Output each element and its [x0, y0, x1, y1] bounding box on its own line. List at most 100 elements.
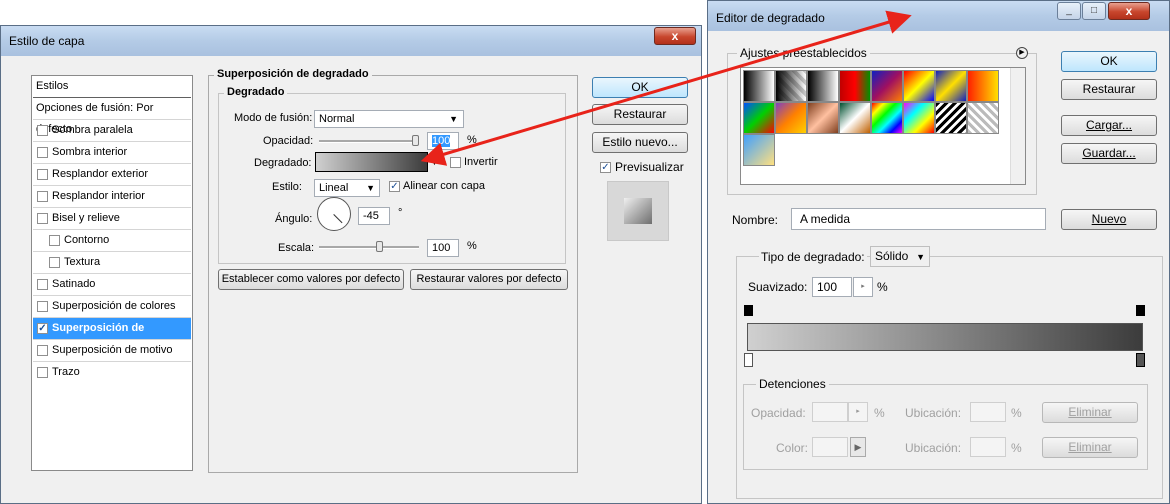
gradient-type-select[interactable]: Sólido ▼ — [870, 246, 930, 267]
save-button[interactable]: Guardar... — [1061, 143, 1157, 164]
maximize-button[interactable]: □ — [1082, 2, 1106, 20]
style-checkbox[interactable] — [37, 147, 48, 158]
gradient-preview-bar[interactable] — [747, 323, 1143, 351]
name-value: A medida — [800, 212, 851, 226]
stop-opacity-input[interactable] — [812, 402, 848, 422]
stop-opacity-stepper[interactable]: ▸ — [848, 402, 868, 422]
styles-list-item[interactable]: Satinado — [33, 274, 191, 296]
align-checkbox[interactable]: ✓ — [389, 181, 400, 192]
preset-swatch[interactable] — [871, 102, 903, 134]
preset-swatch[interactable] — [839, 70, 871, 102]
angle-dial[interactable] — [317, 197, 351, 231]
scale-label: Escala: — [278, 242, 315, 254]
scale-slider[interactable] — [319, 246, 419, 249]
style-checkbox[interactable] — [37, 301, 48, 312]
preset-swatch[interactable] — [775, 70, 807, 102]
preset-swatch[interactable] — [807, 70, 839, 102]
opacity-stop-right[interactable] — [1136, 305, 1145, 316]
preset-swatch[interactable] — [967, 70, 999, 102]
style-checkbox[interactable] — [37, 279, 48, 290]
preset-swatch[interactable] — [903, 102, 935, 134]
color-stop-right[interactable] — [1136, 353, 1145, 367]
opacity-input[interactable]: 100 — [427, 132, 459, 150]
set-default-button[interactable]: Establecer como valores por defecto — [218, 269, 404, 290]
preset-swatch[interactable] — [775, 102, 807, 134]
styles-list-header[interactable]: Estilos — [33, 76, 191, 98]
style-select[interactable]: Lineal ▼ — [314, 179, 380, 197]
styles-list-item[interactable]: Superposición de motivo — [33, 340, 191, 362]
styles-list-item[interactable]: Superposición de colores — [33, 296, 191, 318]
minimize-icon: _ — [1066, 5, 1072, 16]
reset-default-button[interactable]: Restaurar valores por defecto — [410, 269, 568, 290]
preset-swatch[interactable] — [871, 70, 903, 102]
presets-scrollbar[interactable] — [1010, 68, 1025, 184]
style-checkbox-checked[interactable]: ✓ — [37, 323, 48, 334]
styles-list-item[interactable]: Sombra interior — [33, 142, 191, 164]
delete-label-2: Eliminar — [1068, 440, 1112, 454]
invert-checkbox[interactable] — [450, 157, 461, 168]
preset-swatch[interactable] — [743, 134, 775, 166]
preset-swatch[interactable] — [903, 70, 935, 102]
delete-button-2[interactable]: Eliminar — [1042, 437, 1138, 458]
style-checkbox[interactable] — [37, 191, 48, 202]
layer-style-window: Estilo de capa x Estilos Opciones de fus… — [0, 25, 702, 504]
blend-mode-select[interactable]: Normal ▼ — [314, 110, 464, 128]
preset-swatch[interactable] — [743, 70, 775, 102]
preset-swatch[interactable] — [807, 102, 839, 134]
stop-color-swatch[interactable] — [812, 437, 848, 457]
style-checkbox[interactable] — [37, 125, 48, 136]
style-value: Lineal — [319, 182, 349, 194]
preset-swatch[interactable] — [967, 102, 999, 134]
scale-slider-thumb[interactable] — [376, 241, 383, 252]
style-checkbox[interactable] — [37, 367, 48, 378]
style-checkbox[interactable] — [49, 257, 60, 268]
stop-location-input[interactable] — [970, 402, 1006, 422]
gradient-swatch[interactable] — [315, 152, 428, 172]
angle-input[interactable]: -45 — [358, 207, 390, 225]
angle-unit: ° — [398, 207, 403, 219]
preset-swatch[interactable] — [743, 102, 775, 134]
styles-list-item[interactable]: Contorno — [33, 230, 191, 252]
opacity-stop-left[interactable] — [744, 305, 753, 316]
styles-list-item-selected[interactable]: ✓ Superposición de degradado — [33, 318, 191, 355]
smoothness-input[interactable]: 100 — [812, 277, 852, 297]
preview-checkbox[interactable]: ✓ — [600, 162, 611, 173]
styles-list-item[interactable]: Resplandor exterior — [33, 164, 191, 186]
smoothness-stepper[interactable]: ▸ — [853, 277, 873, 297]
name-input[interactable]: A medida — [791, 208, 1046, 230]
new-style-button[interactable]: Estilo nuevo... — [592, 132, 688, 153]
ok-button[interactable]: OK — [592, 77, 688, 98]
delete-button[interactable]: Eliminar — [1042, 402, 1138, 423]
new-button[interactable]: Nuevo — [1061, 209, 1157, 230]
style-checkbox[interactable] — [37, 213, 48, 224]
layer-style-titlebar[interactable]: Estilo de capa x — [1, 26, 701, 56]
chevron-down-icon[interactable]: ▼ — [430, 157, 439, 167]
styles-list-item[interactable]: Bisel y relieve — [33, 208, 191, 230]
style-checkbox[interactable] — [37, 345, 48, 356]
color-stop-left[interactable] — [744, 353, 753, 367]
restore-button[interactable]: Restaurar — [592, 104, 688, 125]
styles-list-item[interactable]: Sombra paralela — [33, 120, 191, 142]
preset-swatch[interactable] — [839, 102, 871, 134]
scale-input[interactable]: 100 — [427, 239, 459, 257]
preset-swatch[interactable] — [935, 70, 967, 102]
close-button[interactable]: x — [654, 27, 696, 45]
circle-arrow-icon[interactable]: ▶ — [1016, 47, 1028, 59]
load-button[interactable]: Cargar... — [1061, 115, 1157, 136]
restore-button[interactable]: Restaurar — [1061, 79, 1157, 100]
styles-list-item[interactable]: Opciones de fusión: Por defecto — [33, 98, 191, 135]
styles-list-item[interactable]: Textura — [33, 252, 191, 274]
gradient-editor-titlebar[interactable]: Editor de degradado _ □ x — [708, 1, 1169, 31]
style-checkbox[interactable] — [49, 235, 60, 246]
style-checkbox[interactable] — [37, 169, 48, 180]
styles-list-item[interactable]: Trazo — [33, 362, 191, 384]
opacity-slider-thumb[interactable] — [412, 135, 419, 146]
ok-button[interactable]: OK — [1061, 51, 1157, 72]
stop-color-stepper[interactable]: ▶ — [850, 437, 866, 457]
close-button[interactable]: x — [1108, 2, 1150, 20]
preset-swatch[interactable] — [935, 102, 967, 134]
opacity-slider[interactable] — [319, 140, 419, 143]
minimize-button[interactable]: _ — [1057, 2, 1081, 20]
stop-location-input-2[interactable] — [970, 437, 1006, 457]
styles-list-item[interactable]: Resplandor interior — [33, 186, 191, 208]
